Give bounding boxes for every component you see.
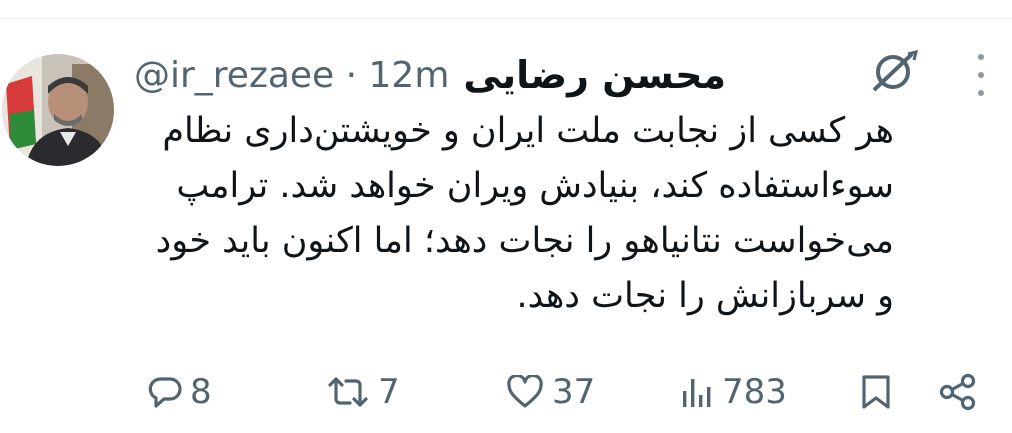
- like-button[interactable]: 37: [506, 366, 595, 418]
- tweet-text-line: می‌خواست نتانیاهو را نجات دهد؛ اما اکنون…: [155, 221, 894, 261]
- share-icon: [939, 373, 976, 411]
- like-icon: [507, 375, 543, 408]
- tweet-text-line: و سربازانش را نجات دهد.: [516, 276, 894, 316]
- bookmark-button[interactable]: [860, 366, 892, 418]
- views-button[interactable]: 783: [680, 366, 787, 418]
- repost-button[interactable]: 7: [326, 366, 400, 418]
- share-button[interactable]: [938, 366, 978, 418]
- tweet-header: @ir_rezaee · 12m محسن رضایی: [134, 46, 726, 104]
- more-icon[interactable]: [972, 54, 990, 96]
- reply-button[interactable]: 8: [148, 366, 212, 418]
- avatar[interactable]: [2, 54, 114, 166]
- tweet-text-line: هر کسی از نجابت ملت ایران و خویشتن‌داری …: [162, 111, 894, 151]
- grok-icon[interactable]: [866, 49, 920, 94]
- reply-count: 8: [190, 372, 212, 412]
- more-dot: [978, 90, 984, 96]
- bookmark-icon: [862, 375, 890, 409]
- view-count: 783: [722, 372, 787, 412]
- handle-and-time[interactable]: @ir_rezaee · 12m: [134, 55, 449, 96]
- more-dot: [978, 54, 984, 60]
- more-dot: [978, 72, 984, 78]
- action-bar: 8 7 37 783: [0, 366, 1012, 418]
- tweet-text: هر کسی از نجابت ملت ایران و خویشتن‌داری …: [114, 104, 894, 324]
- views-icon: [683, 379, 711, 407]
- repost-icon: [328, 377, 368, 407]
- tweet-text-line: سوءاستفاده کند، بنیادش ویران خواهد شد. ت…: [176, 166, 894, 206]
- repost-count: 7: [378, 372, 400, 412]
- avatar-image: [2, 54, 114, 166]
- top-divider: [0, 18, 1012, 19]
- like-count: 37: [552, 372, 596, 412]
- display-name[interactable]: محسن رضایی: [463, 53, 726, 97]
- reply-icon: [148, 377, 182, 408]
